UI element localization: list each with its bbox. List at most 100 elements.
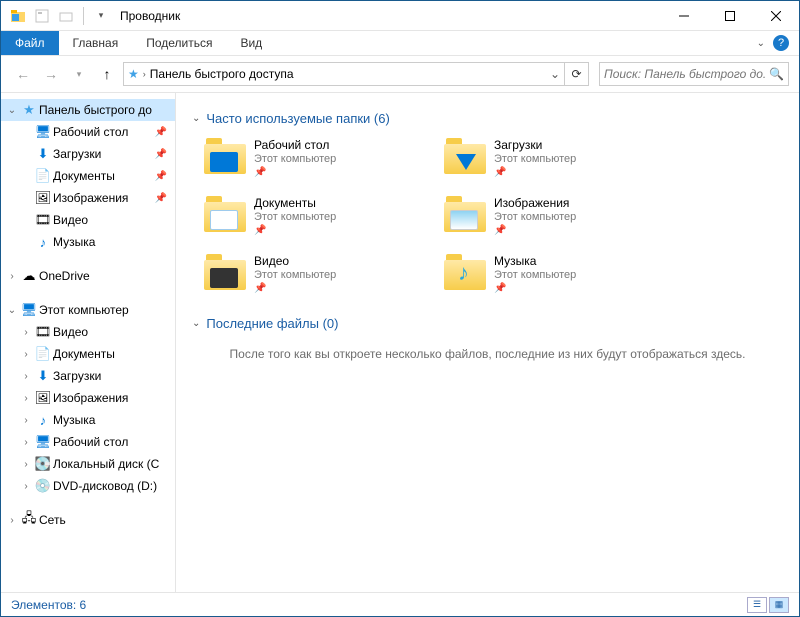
pin-icon: 📌 — [155, 127, 167, 138]
folder-name: Музыка — [494, 254, 576, 268]
tree-label: Изображения — [53, 191, 128, 205]
help-icon[interactable]: ? — [773, 35, 789, 51]
navigation-tree: ⌄ ★ Панель быстрого до 🖥Рабочий стол📌⬇За… — [1, 93, 176, 592]
tree-item[interactable]: ⬇Загрузки📌 — [1, 143, 175, 165]
tree-item[interactable]: ›💿DVD-дисковод (D:) — [1, 475, 175, 497]
close-button[interactable] — [753, 1, 799, 31]
navigation-bar: ← → ▾ ↑ ★ › Панель быстрого доступа ⌄ ⟳ … — [1, 56, 799, 92]
ribbon-right: ⌄ ? — [757, 31, 799, 55]
chevron-right-icon[interactable]: › — [19, 371, 33, 382]
address-bar[interactable]: ★ › Панель быстрого доступа ⌄ — [123, 62, 565, 86]
tree-item[interactable]: ›🖼Изображения — [1, 387, 175, 409]
tab-share[interactable]: Поделиться — [132, 31, 226, 55]
minimize-button[interactable] — [661, 1, 707, 31]
empty-message: После того как вы откроете несколько фай… — [212, 347, 763, 361]
folder-location: Этот компьютер — [494, 153, 576, 165]
pin-icon: 📌 — [494, 283, 576, 294]
tree-this-pc[interactable]: ⌄ 🖥 Этот компьютер — [1, 299, 175, 321]
ribbon-tabs: Файл Главная Поделиться Вид ⌄ ? — [1, 31, 799, 56]
pin-icon: 📌 — [155, 149, 167, 160]
tree-onedrive[interactable]: › ☁ OneDrive — [1, 265, 175, 287]
search-input[interactable] — [604, 67, 765, 81]
properties-icon[interactable] — [31, 5, 53, 27]
chevron-down-icon[interactable]: ⌄ — [5, 305, 19, 316]
chevron-right-icon[interactable]: › — [19, 437, 33, 448]
documents-icon: 📄 — [35, 346, 51, 362]
chevron-right-icon[interactable]: › — [19, 459, 33, 470]
tab-view[interactable]: Вид — [226, 31, 276, 55]
chevron-down-icon[interactable]: ⌄ — [192, 318, 200, 329]
tree-network[interactable]: › 🖧 Сеть — [1, 509, 175, 531]
tree-label: DVD-дисковод (D:) — [53, 479, 157, 493]
tree-label: Загрузки — [53, 147, 101, 161]
tree-label: Рабочий стол — [53, 125, 128, 139]
back-button[interactable]: ← — [11, 62, 35, 86]
window-controls — [661, 1, 799, 31]
chevron-right-icon[interactable]: › — [5, 515, 19, 526]
tree-item[interactable]: 📄Документы📌 — [1, 165, 175, 187]
folder-name: Рабочий стол — [254, 138, 336, 152]
details-view-button[interactable]: ☰ — [747, 597, 767, 613]
desktop-icon: 🖥 — [35, 124, 51, 140]
folder-item[interactable]: ЗагрузкиЭтот компьютер 📌 — [442, 136, 662, 180]
tree-item[interactable]: 🎞Видео — [1, 209, 175, 231]
group-recent-files[interactable]: ⌄ Последние файлы (0) — [192, 316, 783, 331]
tree-label: Рабочий стол — [53, 435, 128, 449]
pin-icon: 📌 — [494, 167, 576, 178]
folder-name: Изображения — [494, 196, 576, 210]
tree-item[interactable]: ›🎞Видео — [1, 321, 175, 343]
tree-item[interactable]: ›💽Локальный диск (C — [1, 453, 175, 475]
folder-icon: ♪ — [444, 254, 486, 290]
folder-item[interactable]: Рабочий столЭтот компьютер📌 — [202, 136, 422, 180]
tree-label: Музыка — [53, 413, 95, 427]
expand-ribbon-icon[interactable]: ⌄ — [757, 38, 765, 49]
icons-view-button[interactable]: ▦ — [769, 597, 789, 613]
search-box[interactable]: 🔍 — [599, 62, 789, 86]
chevron-right-icon[interactable]: › — [19, 481, 33, 492]
new-folder-icon[interactable] — [55, 5, 77, 27]
tab-home[interactable]: Главная — [59, 31, 133, 55]
maximize-button[interactable] — [707, 1, 753, 31]
chevron-down-icon[interactable]: ⌄ — [192, 113, 200, 124]
folder-item[interactable]: ДокументыЭтот компьютер📌 — [202, 194, 422, 238]
tree-label: Локальный диск (C — [53, 457, 159, 471]
folder-item[interactable]: ИзображенияЭтот компьютер📌 — [442, 194, 662, 238]
address-chevron-icon[interactable]: › — [143, 69, 146, 79]
chevron-right-icon[interactable]: › — [19, 415, 33, 426]
videos-icon: 🎞 — [35, 324, 51, 340]
forward-button[interactable]: → — [39, 62, 63, 86]
tree-item[interactable]: ›♪Музыка — [1, 409, 175, 431]
chevron-right-icon[interactable]: › — [19, 349, 33, 360]
quick-access-star-icon: ★ — [128, 67, 139, 81]
tree-label: Изображения — [53, 391, 128, 405]
folder-item[interactable]: ВидеоЭтот компьютер📌 — [202, 252, 422, 296]
item-count: Элементов: 6 — [11, 598, 86, 612]
explorer-window: ▾ Проводник Файл Главная Поделиться Вид … — [0, 0, 800, 617]
chevron-down-icon[interactable]: ⌄ — [5, 105, 19, 116]
chevron-right-icon[interactable]: › — [5, 271, 19, 282]
tree-quick-access[interactable]: ⌄ ★ Панель быстрого до — [1, 99, 175, 121]
refresh-button[interactable]: ⟳ — [565, 62, 589, 86]
tree-item[interactable]: ♪Музыка — [1, 231, 175, 253]
tree-item[interactable]: ›⬇Загрузки — [1, 365, 175, 387]
qat-dropdown-icon[interactable]: ▾ — [90, 5, 112, 27]
folder-name: Загрузки — [494, 138, 576, 152]
tree-item[interactable]: ›🖥Рабочий стол — [1, 431, 175, 453]
tree-item[interactable]: 🖥Рабочий стол 📌 — [1, 121, 175, 143]
tree-item[interactable]: ›📄Документы — [1, 343, 175, 365]
up-button[interactable]: ↑ — [95, 62, 119, 86]
tree-item[interactable]: 🖼Изображения📌 — [1, 187, 175, 209]
tab-file[interactable]: Файл — [1, 31, 59, 55]
chevron-right-icon[interactable]: › — [19, 393, 33, 404]
content-pane: ⌄ Часто используемые папки (6) Рабочий с… — [176, 93, 799, 592]
group-frequent-folders[interactable]: ⌄ Часто используемые папки (6) — [192, 111, 783, 126]
tree-label: Сеть — [39, 513, 66, 527]
recent-dropdown-icon[interactable]: ▾ — [67, 62, 91, 86]
address-dropdown-icon[interactable]: ⌄ — [550, 67, 560, 81]
chevron-right-icon[interactable]: › — [19, 327, 33, 338]
folder-icon — [444, 196, 486, 232]
folder-item[interactable]: ♪МузыкаЭтот компьютер📌 — [442, 252, 662, 296]
address-text: Панель быстрого доступа — [150, 67, 546, 81]
search-icon[interactable]: 🔍 — [769, 67, 784, 81]
window-title: Проводник — [120, 9, 180, 23]
